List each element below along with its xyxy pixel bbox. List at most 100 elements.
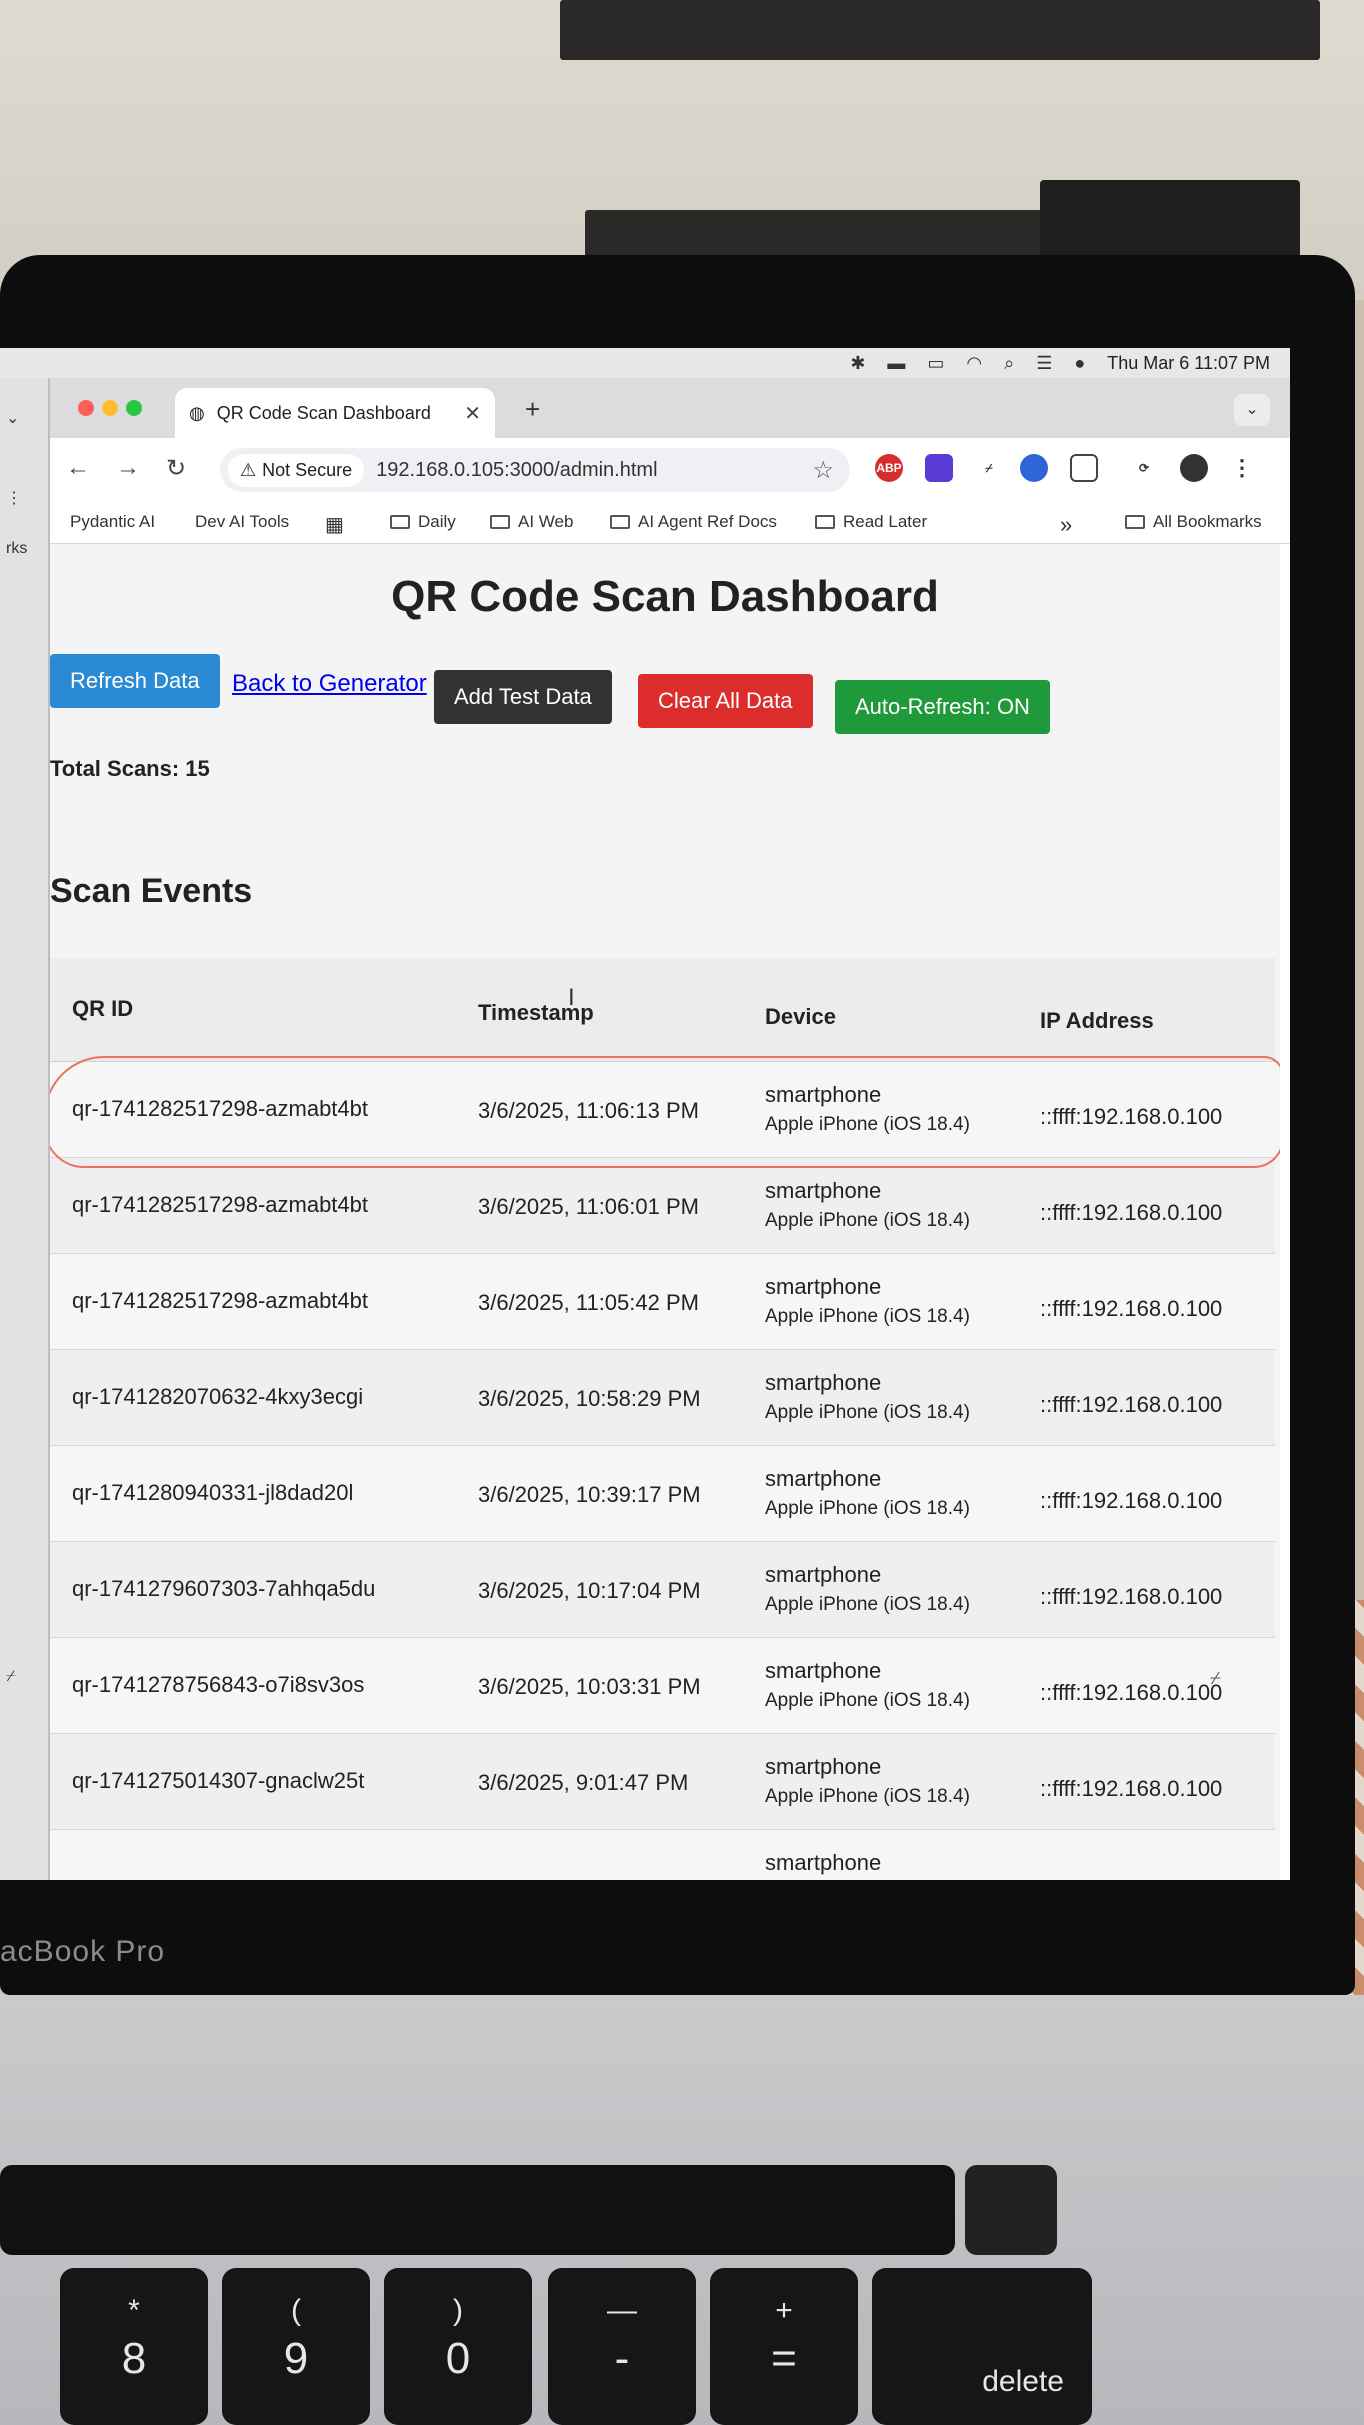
column-header-qr-id[interactable]: QR ID xyxy=(72,996,133,1022)
more-menu-icon[interactable]: ⋮ xyxy=(1228,454,1256,482)
timestamp-cell: 3/6/2025, 10:58:29 PM xyxy=(478,1386,701,1411)
extensions-puzzle-icon[interactable] xyxy=(1070,454,1098,482)
bed-icon[interactable]: ▬ xyxy=(887,353,905,374)
timestamp-cell: 3/6/2025, 11:05:42 PM xyxy=(478,1290,699,1315)
security-chip[interactable]: ⚠ Not Secure xyxy=(228,453,365,487)
globe-icon: ◍ xyxy=(189,402,205,423)
table-row[interactable]: qr-1741280940331-jl8dad20l 3/6/2025, 10:3… xyxy=(50,1446,1275,1542)
menubar-datetime[interactable]: Thu Mar 6 11:07 PM xyxy=(1107,353,1270,374)
clear-all-data-button[interactable]: Clear All Data xyxy=(638,674,813,728)
new-tab-button[interactable]: + xyxy=(525,394,540,425)
table-row[interactable]: qr-1741282070632-4kxy3ecgi 3/6/2025, 10:5… xyxy=(50,1350,1275,1446)
all-bookmarks-folder[interactable]: All Bookmarks xyxy=(1125,512,1262,532)
tab-strip: ◍ QR Code Scan Dashboard ✕ + ⌄ xyxy=(50,378,1290,438)
bookmark-label: All Bookmarks xyxy=(1153,512,1262,531)
device-model-cell: Apple iPhone (iOS 18.4) xyxy=(765,1402,970,1423)
timestamp-cell: 3/6/2025, 11:06:13 PM xyxy=(478,1098,699,1123)
touch-id-button[interactable] xyxy=(965,2165,1057,2255)
folder-icon xyxy=(610,515,630,529)
ip-address-cell: ::ffff:192.168.0.100 xyxy=(1040,1680,1223,1705)
keyboard-key[interactable]: + = xyxy=(710,2268,858,2425)
bookmark-folder-daily[interactable]: Daily xyxy=(390,512,456,532)
extension-icon[interactable] xyxy=(1020,454,1048,482)
touch-bar[interactable] xyxy=(0,2165,955,2255)
key-shift-glyph: + xyxy=(775,2294,793,2327)
table-row[interactable]: qr-1741282517298-azmabt4bt 3/6/2025, 11:0… xyxy=(50,1062,1275,1158)
back-to-generator-link[interactable]: Back to Generator xyxy=(232,670,427,698)
laptop-screen: ✱ ▬ ▭ ◠ ⌕ ☰ ● Thu Mar 6 11:07 PM ⌄ ⋮ rks… xyxy=(0,348,1290,1880)
bookmark-pydantic-ai[interactable]: Pydantic AI xyxy=(70,512,155,532)
device-model-cell: Apple iPhone (iOS 18.4) xyxy=(765,1306,970,1327)
column-header-device[interactable]: Device xyxy=(765,1004,836,1030)
browser-toolbar: ← → ↻ ⚠ Not Secure 192.168.0.105:3000/ad… xyxy=(50,438,1290,500)
add-test-data-button[interactable]: Add Test Data xyxy=(434,670,612,724)
close-window-button[interactable] xyxy=(78,400,94,416)
bookmark-star-icon[interactable]: ☆ xyxy=(812,456,842,485)
bookmark-label: AI Web xyxy=(518,512,574,531)
bookmark-label: AI Agent Ref Docs xyxy=(638,512,777,531)
search-icon[interactable]: ⌕ xyxy=(1004,353,1014,374)
forward-arrow-icon[interactable]: → xyxy=(116,454,140,482)
battery-icon[interactable]: ▭ xyxy=(927,353,944,374)
back-arrow-icon[interactable]: ← xyxy=(66,454,90,482)
delete-key[interactable]: delete xyxy=(872,2268,1092,2425)
bookmarks-overflow-button[interactable]: » xyxy=(1060,512,1072,538)
refresh-data-button[interactable]: Refresh Data xyxy=(50,654,220,708)
tab-qr-dashboard[interactable]: ◍ QR Code Scan Dashboard ✕ xyxy=(175,388,495,438)
macbook-brand-label: acBook Pro xyxy=(0,1935,166,1968)
tab-title: QR Code Scan Dashboard xyxy=(216,402,431,423)
key-shift-glyph: ( xyxy=(291,2294,301,2327)
bookmark-dev-ai-tools[interactable]: Dev AI Tools xyxy=(195,512,289,532)
wifi-icon[interactable]: ◠ xyxy=(966,353,982,374)
siri-icon[interactable]: ● xyxy=(1074,353,1085,374)
address-bar[interactable]: ⚠ Not Secure 192.168.0.105:3000/admin.ht… xyxy=(220,448,850,492)
keyboard-key[interactable]: * 8 xyxy=(60,2268,208,2425)
close-tab-icon[interactable]: ✕ xyxy=(464,401,481,426)
bluetooth-icon[interactable]: ✱ xyxy=(850,353,865,374)
device-type-cell: smartphone xyxy=(765,1754,882,1779)
timestamp-cell: 3/6/2025, 10:17:04 PM xyxy=(478,1578,701,1603)
sidebar-toggle-icon[interactable]: ⌿ xyxy=(1210,1668,1221,1689)
bookmark-folder-ai-agent-ref-docs[interactable]: AI Agent Ref Docs xyxy=(610,512,777,532)
chevron-down-icon[interactable]: ⌄ xyxy=(6,408,19,428)
reload-icon[interactable]: ↻ xyxy=(166,454,186,483)
table-row[interactable]: qr-1741278756843-o7i8sv3os 3/6/2025, 10:0… xyxy=(50,1638,1275,1734)
device-type-cell: smartphone xyxy=(765,1274,882,1299)
table-row[interactable]: qr-1741275014307-gnaclw25t 3/6/2025, 9:01… xyxy=(50,1734,1275,1830)
keyboard-key[interactable]: — - xyxy=(548,2268,696,2425)
keyboard-key[interactable]: (9 xyxy=(222,2268,370,2425)
zoom-window-button[interactable] xyxy=(126,400,142,416)
column-header-timestamp[interactable]: Timestamp xyxy=(478,1000,594,1026)
bookmark-folder-ai-web[interactable]: AI Web xyxy=(490,512,573,532)
table-row[interactable]: qr-1741282517298-azmabt4bt 3/6/2025, 11:0… xyxy=(50,1254,1275,1350)
extension-icon[interactable] xyxy=(925,454,953,482)
minimize-window-button[interactable] xyxy=(102,400,118,416)
table-row[interactable]: qr-1741282517298-azmabt4bt 3/6/2025, 11:0… xyxy=(50,1158,1275,1254)
apps-grid-icon[interactable]: ▦ xyxy=(325,512,344,537)
bookmark-folder-read-later[interactable]: Read Later xyxy=(815,512,927,532)
tab-search-button[interactable]: ⌄ xyxy=(1234,394,1270,426)
more-menu-icon[interactable]: ⋮ xyxy=(6,488,22,508)
key-glyph: - xyxy=(614,2334,630,2383)
device-type-cell: smartphone xyxy=(765,1082,882,1107)
text-cursor-icon: I xyxy=(568,984,575,1011)
key-glyph: = xyxy=(771,2334,797,2383)
control-center-icon[interactable]: ☰ xyxy=(1036,353,1052,374)
profile-avatar[interactable] xyxy=(1180,454,1208,482)
table-row[interactable]: smartphone xyxy=(50,1830,1275,1880)
url-text[interactable]: 192.168.0.105:3000/admin.html xyxy=(376,459,657,482)
sidebar-toggle-icon[interactable]: ⌿ xyxy=(6,1668,16,1686)
timestamp-cell: 3/6/2025, 10:39:17 PM xyxy=(478,1482,701,1507)
adblock-extension-icon[interactable]: ABP xyxy=(875,454,903,482)
extension-icon[interactable]: ⌿ xyxy=(975,454,1003,482)
keyboard-key[interactable]: ) 0 xyxy=(384,2268,532,2425)
table-row[interactable]: qr-1741279607303-7ahhqa5du 3/6/2025, 10:1… xyxy=(50,1542,1275,1638)
qr-id-cell: qr-1741282517298-azmabt4bt xyxy=(72,1096,369,1121)
side-window-label: rks xyxy=(6,540,28,557)
sync-icon[interactable]: ⟳ xyxy=(1130,454,1158,482)
auto-refresh-toggle[interactable]: Auto-Refresh: ON xyxy=(835,680,1050,734)
ip-address-cell: ::ffff:192.168.0.100 xyxy=(1040,1200,1223,1225)
folder-icon xyxy=(490,515,510,529)
device-type-cell: smartphone xyxy=(765,1466,882,1491)
column-header-ip-address[interactable]: IP Address xyxy=(1040,1008,1154,1034)
